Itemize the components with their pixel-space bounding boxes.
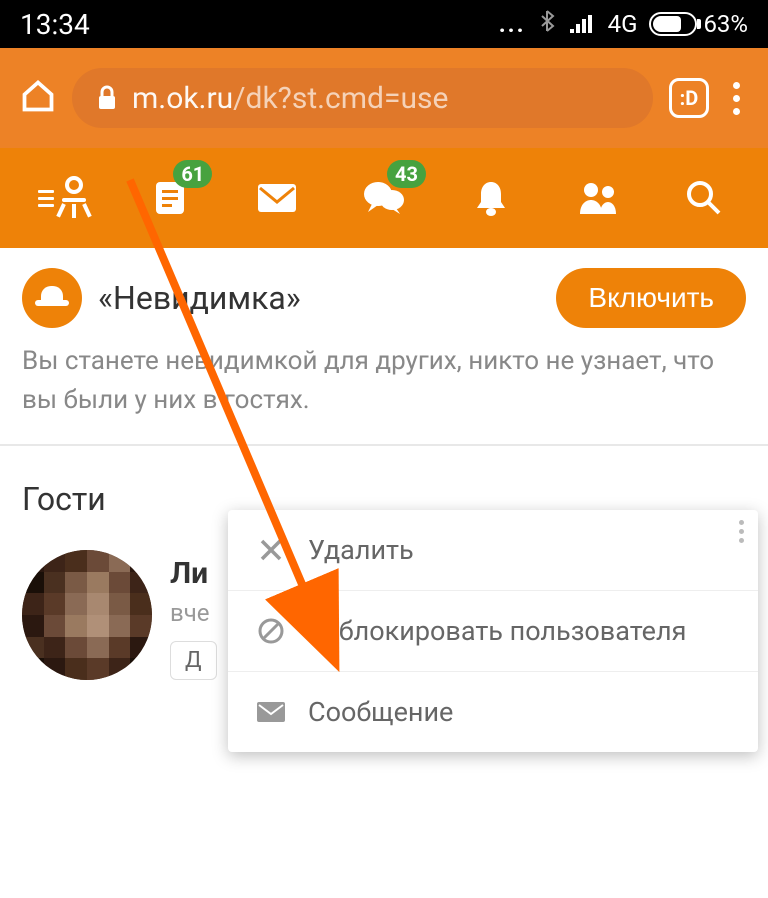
nav-notifications[interactable] xyxy=(461,168,521,228)
tabs-button[interactable]: :D xyxy=(669,78,709,118)
guest-context-menu: Удалить Заблокировать пользователя Сообщ… xyxy=(228,510,758,752)
app-navigation: 61 43 xyxy=(0,148,768,248)
battery-percent: 63% xyxy=(703,10,748,38)
bell-icon xyxy=(473,178,509,218)
search-icon xyxy=(685,179,723,217)
menu-message[interactable]: Сообщение xyxy=(228,672,758,752)
menu-delete-label: Удалить xyxy=(308,534,414,566)
menu-message-label: Сообщение xyxy=(308,696,453,728)
message-icon xyxy=(254,701,288,723)
bluetooth-icon xyxy=(538,9,556,39)
nav-search[interactable] xyxy=(674,168,734,228)
battery-indicator: 63% xyxy=(649,10,748,38)
browser-menu-icon[interactable] xyxy=(725,82,748,115)
nav-friends[interactable] xyxy=(568,168,628,228)
battery-icon xyxy=(649,12,697,36)
status-time: 13:34 xyxy=(20,8,90,41)
url-text: m.ok.ru/dk?st.cmd=use xyxy=(132,81,448,116)
nav-discussions[interactable]: 43 xyxy=(354,168,414,228)
menu-block-user[interactable]: Заблокировать пользователя xyxy=(228,591,758,672)
feed-badge: 61 xyxy=(173,160,212,188)
promo-title: «Невидимка» xyxy=(98,279,540,317)
enable-invisible-button[interactable]: Включить xyxy=(556,268,746,328)
browser-bar: m.ok.ru/dk?st.cmd=use :D xyxy=(0,48,768,148)
status-bar: 13:34 ... 4G 63% xyxy=(0,0,768,48)
menu-block-label: Заблокировать пользователя xyxy=(308,615,686,647)
signal-icon xyxy=(568,13,596,35)
avatar[interactable] xyxy=(22,550,152,680)
guest-action-button[interactable]: Д xyxy=(170,641,217,680)
discussions-badge: 43 xyxy=(387,160,426,188)
menu-delete[interactable]: Удалить xyxy=(228,510,758,591)
url-bar[interactable]: m.ok.ru/dk?st.cmd=use xyxy=(72,68,653,128)
close-icon xyxy=(254,537,288,563)
status-dots-icon: ... xyxy=(499,10,526,38)
invisible-promo: «Невидимка» Включить Вы станете невидимк… xyxy=(0,248,768,446)
popup-more-icon[interactable] xyxy=(739,520,744,543)
invisible-icon xyxy=(22,268,82,328)
network-type: 4G xyxy=(608,10,638,38)
mail-icon xyxy=(256,182,298,214)
nav-messages[interactable] xyxy=(247,168,307,228)
promo-description: Вы станете невидимкой для других, никто … xyxy=(22,342,746,420)
lock-icon xyxy=(96,85,118,111)
friends-icon xyxy=(576,180,620,216)
hat-icon xyxy=(35,286,69,310)
bottom-whitespace xyxy=(0,818,768,898)
menu-logo-button[interactable] xyxy=(33,168,93,228)
block-icon xyxy=(254,617,288,645)
ok-logo-icon xyxy=(60,176,88,220)
hamburger-icon xyxy=(38,190,54,207)
nav-feed[interactable]: 61 xyxy=(140,168,200,228)
home-icon[interactable] xyxy=(20,78,56,118)
